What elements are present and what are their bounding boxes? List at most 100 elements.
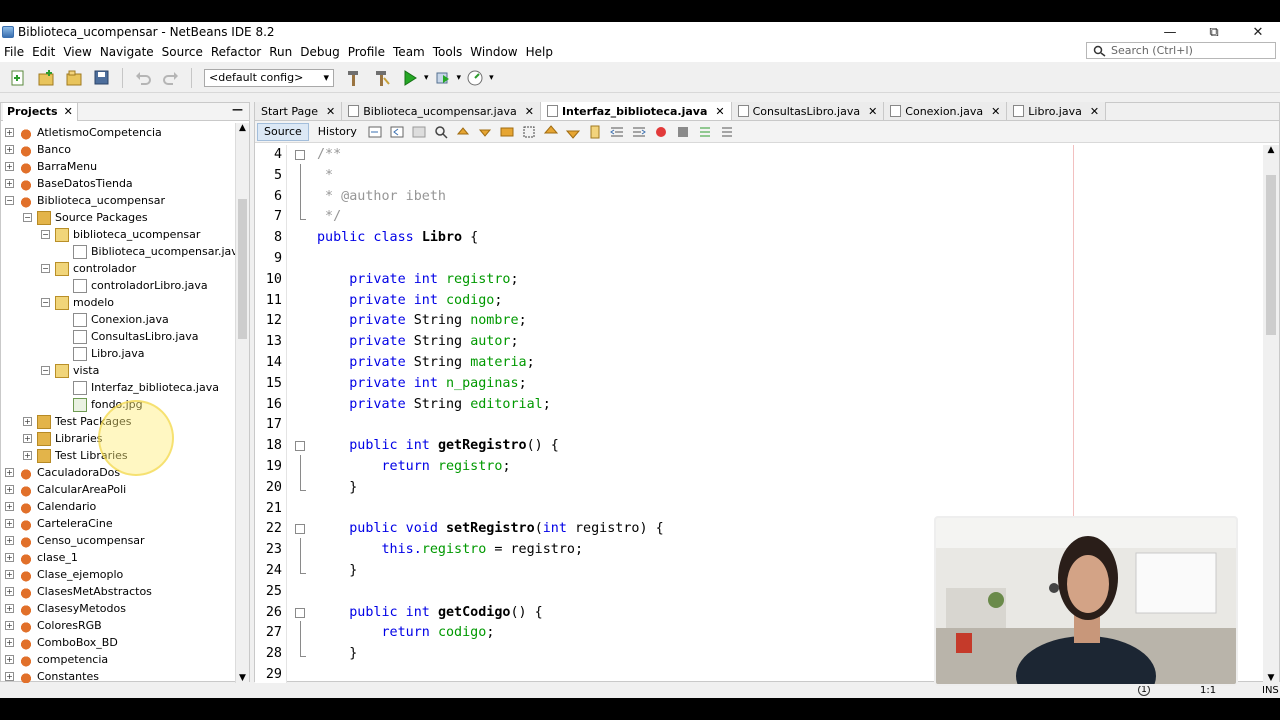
menu-item-help[interactable]: Help [522,45,557,59]
source-tab[interactable]: Source [257,122,309,141]
fold-toggle-icon[interactable] [295,524,305,535]
tree-node-pkgfolder[interactable]: − Source Packages [23,209,148,226]
expand-icon[interactable]: + [5,468,14,477]
tree-node-java[interactable]: controladorLibro.java [59,277,208,294]
code-line[interactable]: /** [317,147,341,162]
comment-icon[interactable] [697,125,713,139]
tree-node-package[interactable]: − modelo [41,294,114,311]
expand-icon[interactable]: + [5,128,14,137]
code-line[interactable]: private String materia; [317,355,534,370]
collapse-icon[interactable]: − [23,213,32,222]
code-line[interactable]: } [317,646,357,661]
editor-tab[interactable]: Interfaz_biblioteca.java ✕ [540,102,732,120]
tree-node-java[interactable]: ConsultasLibro.java [59,328,198,345]
menu-item-run[interactable]: Run [265,45,296,59]
expand-icon[interactable]: + [5,621,14,630]
projects-scrollbar[interactable]: ▲ ▼ [235,123,249,683]
toggle-highlight-icon[interactable] [499,125,515,139]
menu-item-edit[interactable]: Edit [28,45,59,59]
collapse-icon[interactable]: − [41,230,50,239]
open-project-button[interactable] [63,67,85,89]
undo-button[interactable] [132,67,154,89]
last-edit-icon[interactable] [367,125,383,139]
expand-icon[interactable]: + [5,162,14,171]
tree-node-project[interactable]: + AtletismoCompetencia [5,124,162,141]
code-line[interactable]: public int getCodigo() { [317,605,543,620]
find-next-icon[interactable] [477,125,493,139]
collapse-icon[interactable]: − [5,196,14,205]
code-line[interactable]: public class Libro { [317,230,478,245]
menu-item-file[interactable]: File [0,45,28,59]
editor-tab[interactable]: Conexion.java ✕ [884,102,1008,120]
uncomment-icon[interactable] [719,125,735,139]
expand-icon[interactable]: + [5,604,14,613]
expand-icon[interactable]: + [23,417,32,426]
tree-node-project[interactable]: + Censo_ucompensar [5,532,145,549]
tree-node-package[interactable]: − controlador [41,260,136,277]
code-line[interactable]: * [317,168,333,183]
tree-node-project[interactable]: − Biblioteca_ucompensar [5,192,165,209]
collapse-icon[interactable]: − [41,366,50,375]
scroll-up-icon[interactable]: ▲ [1263,145,1279,155]
collapse-icon[interactable]: − [41,264,50,273]
code-line[interactable]: private String autor; [317,334,518,349]
profile-button[interactable] [464,67,486,89]
start-macro-icon[interactable] [653,125,669,139]
tree-node-project[interactable]: + BarraMenu [5,158,97,175]
profile-dropdown-icon[interactable]: ▾ [489,73,494,83]
build-button[interactable] [343,67,365,89]
expand-icon[interactable]: + [5,519,14,528]
tree-node-project[interactable]: + clase_1 [5,549,78,566]
tree-node-project[interactable]: + ComboBox_BD [5,634,118,651]
close-tab-icon[interactable]: ✕ [715,105,724,118]
menu-item-tools[interactable]: Tools [429,45,467,59]
toggle-bookmark-icon[interactable] [587,125,603,139]
menu-item-navigate[interactable]: Navigate [96,45,158,59]
fold-toggle-icon[interactable] [295,441,305,452]
menu-item-debug[interactable]: Debug [296,45,343,59]
code-line[interactable]: return codigo; [317,625,494,640]
code-line[interactable]: public int getRegistro() { [317,438,559,453]
scroll-down-icon[interactable]: ▼ [236,673,249,683]
scrollbar-thumb[interactable] [1266,175,1276,335]
scroll-up-icon[interactable]: ▲ [236,123,249,133]
tree-node-project[interactable]: + CalcularAreaPoli [5,481,126,498]
expand-icon[interactable]: + [5,587,14,596]
editor-tab[interactable]: Biblioteca_ucompensar.java ✕ [342,102,541,120]
run-dropdown-icon[interactable]: ▾ [424,73,429,83]
maximize-button[interactable]: ⧉ [1192,22,1236,42]
expand-icon[interactable]: + [23,451,32,460]
tree-node-project[interactable]: + Constantes [5,668,99,683]
search-input[interactable]: Search (Ctrl+I) [1086,42,1276,59]
close-window-button[interactable]: ✕ [1236,22,1280,42]
tree-node-project[interactable]: + Clase_ejemoplo [5,566,123,583]
close-tab-icon[interactable]: ✕ [1090,105,1099,118]
expand-icon[interactable]: + [5,672,14,681]
code-line[interactable]: return registro; [317,459,510,474]
expand-icon[interactable]: + [5,638,14,647]
prev-bookmark-icon[interactable] [543,124,559,139]
menu-item-team[interactable]: Team [389,45,429,59]
projects-tab[interactable]: Projects ✕ [3,102,78,121]
find-previous-icon[interactable] [455,125,471,139]
menu-item-view[interactable]: View [59,45,95,59]
collapse-icon[interactable]: − [41,298,50,307]
menu-item-window[interactable]: Window [466,45,521,59]
debug-button[interactable] [432,67,454,89]
tree-node-java[interactable]: Interfaz_biblioteca.java [59,379,219,396]
tree-node-project[interactable]: + ClasesMetAbstractos [5,583,152,600]
next-bookmark-icon[interactable] [565,125,581,139]
code-line[interactable]: private String editorial; [317,397,551,412]
code-line[interactable]: */ [317,209,341,224]
tree-node-java[interactable]: Biblioteca_ucompensar.java [59,243,235,260]
tree-node-project[interactable]: + ColoresRGB [5,617,102,634]
menu-item-profile[interactable]: Profile [344,45,389,59]
tree-node-project[interactable]: + competencia [5,651,108,668]
code-line[interactable]: * @author ibeth [317,189,446,204]
config-select[interactable]: <default config> ▾ [204,68,334,87]
scroll-down-icon[interactable]: ▼ [1263,673,1279,683]
close-projects-icon[interactable]: ✕ [64,105,73,118]
scrollbar-thumb[interactable] [238,199,247,339]
clean-build-button[interactable] [371,67,393,89]
code-line[interactable]: } [317,563,357,578]
